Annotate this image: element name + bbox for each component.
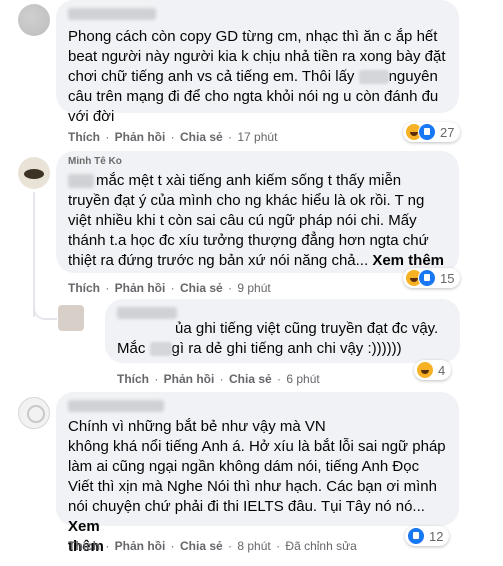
reply-button[interactable]: Phản hồi [115,539,166,553]
share-button[interactable]: Chia sẻ [180,539,223,553]
reaction-count: 4 [438,362,446,378]
comment-text: mắc mệt t xài tiếng anh kiếm sống t thấy… [96,172,402,189]
separator: · [224,539,236,553]
comment-text: không khá nổi tiếng Anh á. Hở xíu là bắt… [68,438,446,455]
separator: · [272,539,284,553]
like-reaction-icon [418,123,436,141]
comment-bubble: Minh Tê Ko mắc mệt t xài tiếng anh kiếm … [56,151,459,273]
separator: · [102,281,113,295]
comment-actions: Thích · Phản hồi · Chia sẻ · 9 phút [68,281,271,295]
edited-label[interactable]: Đã chỉnh sửa [285,539,356,553]
separator: · [224,130,236,144]
comment-text: câu trên mạng đi để cho ngta khỏi nói ng… [68,88,439,105]
reaction-summary[interactable]: 15 [403,268,461,288]
reply-button[interactable]: Phản hồi [115,281,166,295]
share-button[interactable]: Chia sẻ [180,281,223,295]
author-name[interactable] [68,400,164,412]
like-reaction-icon [407,527,425,545]
reaction-summary[interactable]: 4 [414,360,452,380]
see-more-link[interactable]: Xem [68,518,100,535]
separator: · [151,372,162,386]
timestamp[interactable]: 8 phút [237,539,270,553]
author-name[interactable] [117,307,177,319]
separator: · [224,281,236,295]
avatar-image [24,169,44,179]
comment-bubble: Chính vì những bắt bẻ như vậy mà VN khôn… [56,392,459,555]
timestamp[interactable]: 9 phút [237,281,270,295]
comment-text: Phong cách còn copy GD từng cm, nhạc thì… [68,28,438,45]
comment-actions: Thích · Phản hồi · Chia sẻ · 8 phút · Đã… [68,539,357,553]
avatar[interactable] [58,305,84,331]
comment-text: Mắc gì ra dẻ ghi tiếng anh chi vậy :))))… [117,340,402,357]
haha-reaction-icon [416,361,434,379]
avatar-image [27,405,45,423]
share-button[interactable]: Chia sẻ [229,372,272,386]
separator: · [167,130,179,144]
separator: · [273,372,285,386]
redacted-text [149,342,172,357]
separator: · [167,539,179,553]
like-button[interactable]: Thích [68,539,100,553]
author-name-blur [68,174,94,188]
comment-actions: Thích · Phản hồi · Chia sẻ · 17 phút [68,130,277,144]
comment-text: thiệt ra đứng trước ng bản xứ nói năng c… [68,252,445,269]
comment-bubble: ủa ghi tiếng việt cũng truyền đạt đc vậy… [105,299,460,363]
avatar[interactable] [18,4,50,36]
see-more-link[interactable]: Xem thêm [372,252,444,269]
timestamp[interactable]: 17 phút [237,130,277,144]
comment-text: Viết thì xịn mà Nghe Nói thì như hạch. C… [68,478,437,495]
comment-text: ủa ghi tiếng việt cũng truyền đạt đc vậy… [175,320,439,337]
reaction-count: 27 [440,124,455,140]
comment-bubble: Phong cách còn copy GD từng cm, nhạc thì… [56,0,459,125]
separator: · [102,130,113,144]
reaction-summary[interactable]: 12 [405,526,450,546]
reaction-summary[interactable]: 27 [403,122,461,142]
separator: · [102,539,113,553]
comment-text: truyền đạt ý của mình cho ng khác hiểu l… [68,192,425,209]
comment-actions: Thích · Phản hồi · Chia sẻ · 6 phút [117,372,320,386]
thread-connector [33,300,57,320]
like-button[interactable]: Thích [68,130,100,144]
reaction-count: 15 [440,270,455,286]
comment-text: với đời [68,108,115,125]
comment-text: thánh t.a học đc xíu tưởng thượng đẳng h… [68,232,429,249]
like-reaction-icon [418,269,436,287]
separator: · [167,281,179,295]
comment-text: chơi chữ tiếng anh vs cả tiếng em. Thôi … [68,68,438,85]
comment-text: nói chuyện chứ phải đi thi IELTS đâu. Tụ… [68,498,425,535]
redacted-text [358,70,389,85]
like-button[interactable]: Thích [117,372,149,386]
comment-text: việt nhiều khi t còn sai câu cú ngữ pháp… [68,212,417,229]
reaction-count: 12 [429,528,444,544]
share-button[interactable]: Chia sẻ [180,130,223,144]
separator: · [216,372,228,386]
author-name[interactable]: Minh Tê Ko [68,157,122,167]
comment-text: làm ai cũng ngại ngần không dám nói, tiế… [68,458,420,475]
comment-text: beat người này người kia k chịu nhả tiền… [68,48,446,65]
comment-text: Chính vì những bắt bẻ như vậy mà VN [68,418,326,435]
like-button[interactable]: Thích [68,281,100,295]
avatar[interactable] [18,397,50,429]
reply-button[interactable]: Phản hồi [164,372,215,386]
thread-line [33,192,35,317]
timestamp[interactable]: 6 phút [286,372,319,386]
reply-button[interactable]: Phản hồi [115,130,166,144]
avatar[interactable] [18,157,50,189]
author-name[interactable] [68,8,156,20]
